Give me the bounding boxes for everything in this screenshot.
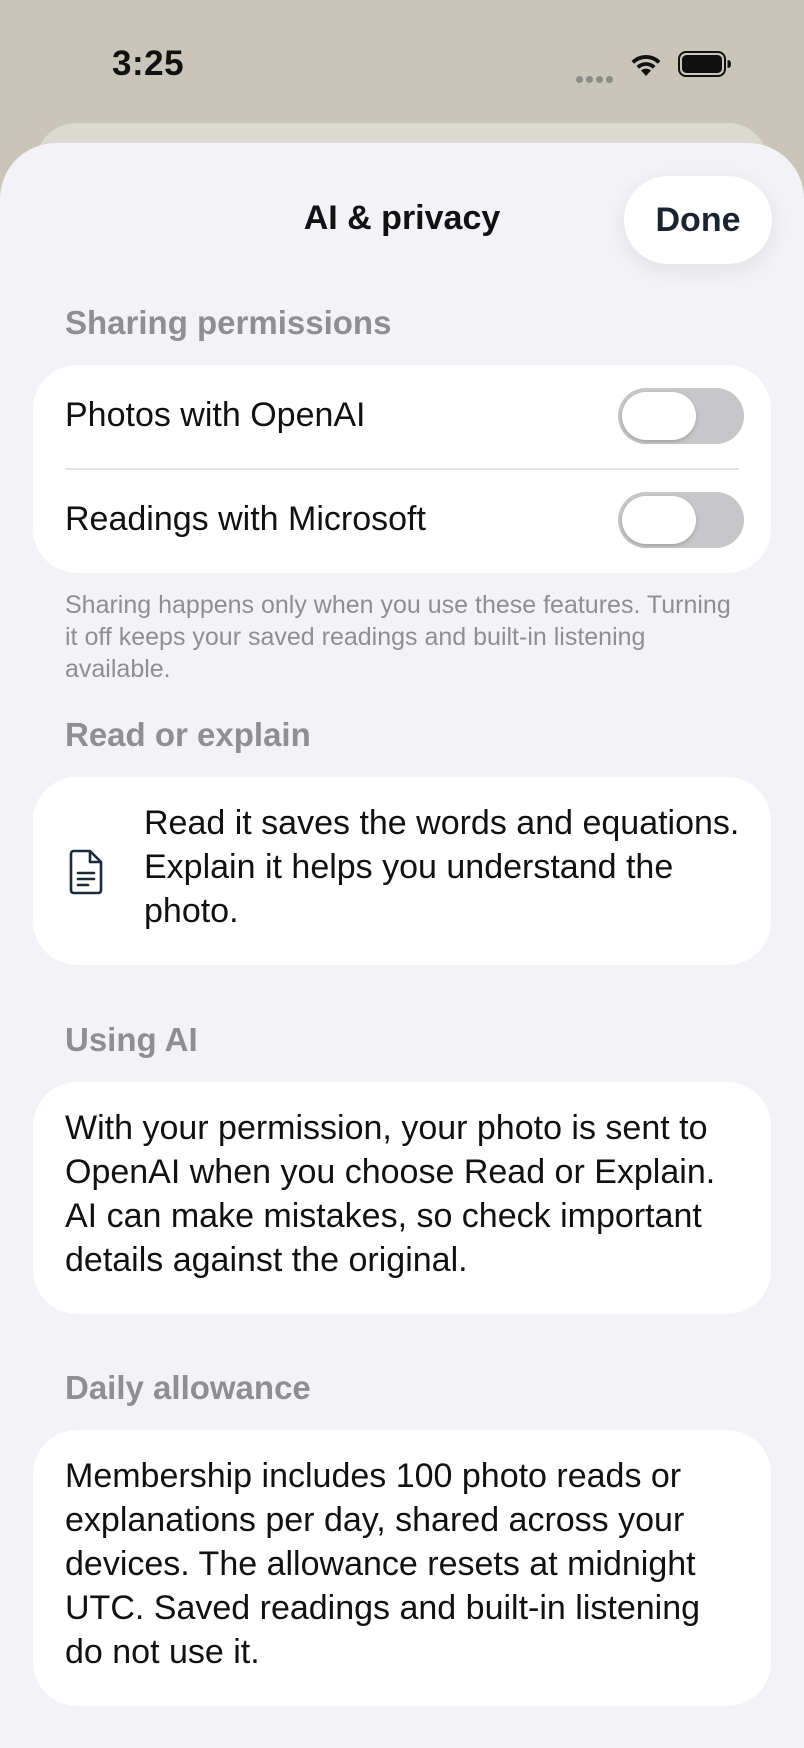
daily-allowance-card: Membership includes 100 photo reads or e… xyxy=(33,1430,771,1706)
battery-icon xyxy=(678,51,731,77)
photos-openai-toggle[interactable] xyxy=(618,388,744,444)
using-ai-text: With your permission, your photo is sent… xyxy=(65,1109,716,1279)
toggle-knob xyxy=(622,392,696,440)
section-header-read-explain: Read or explain xyxy=(65,716,311,753)
toggle-knob xyxy=(622,496,696,544)
section-header-daily-allowance: Daily allowance xyxy=(65,1369,311,1406)
wifi-icon xyxy=(631,54,661,76)
signal-dots-icon xyxy=(576,70,616,83)
done-button[interactable]: Done xyxy=(624,176,772,264)
toggle-row-photos-openai: Photos with OpenAI xyxy=(33,365,771,470)
status-time: 3:25 xyxy=(112,44,185,83)
read-explain-card: Read it saves the words and equations. E… xyxy=(33,777,771,965)
toggle-row-readings-microsoft: Readings with Microsoft xyxy=(33,469,771,573)
using-ai-card: With your permission, your photo is sent… xyxy=(33,1082,771,1314)
sharing-footnote: Sharing happens only when you use these … xyxy=(65,591,731,683)
document-icon xyxy=(69,849,103,895)
daily-allowance-text: Membership includes 100 photo reads or e… xyxy=(65,1457,701,1671)
section-header-sharing: Sharing permissions xyxy=(65,304,392,341)
status-bar: 3:25 xyxy=(0,0,804,130)
read-explain-text: Read it saves the words and equations. E… xyxy=(144,804,740,930)
sharing-permissions-card: Photos with OpenAI Readings with Microso… xyxy=(33,365,771,573)
toggle-label-photos-openai: Photos with OpenAI xyxy=(65,396,366,434)
section-header-using-ai: Using AI xyxy=(65,1021,198,1058)
readings-microsoft-toggle[interactable] xyxy=(618,492,744,548)
toggle-label-readings-microsoft: Readings with Microsoft xyxy=(65,500,426,538)
settings-sheet: AI & privacy Done Sharing permissions Ph… xyxy=(0,143,804,1748)
